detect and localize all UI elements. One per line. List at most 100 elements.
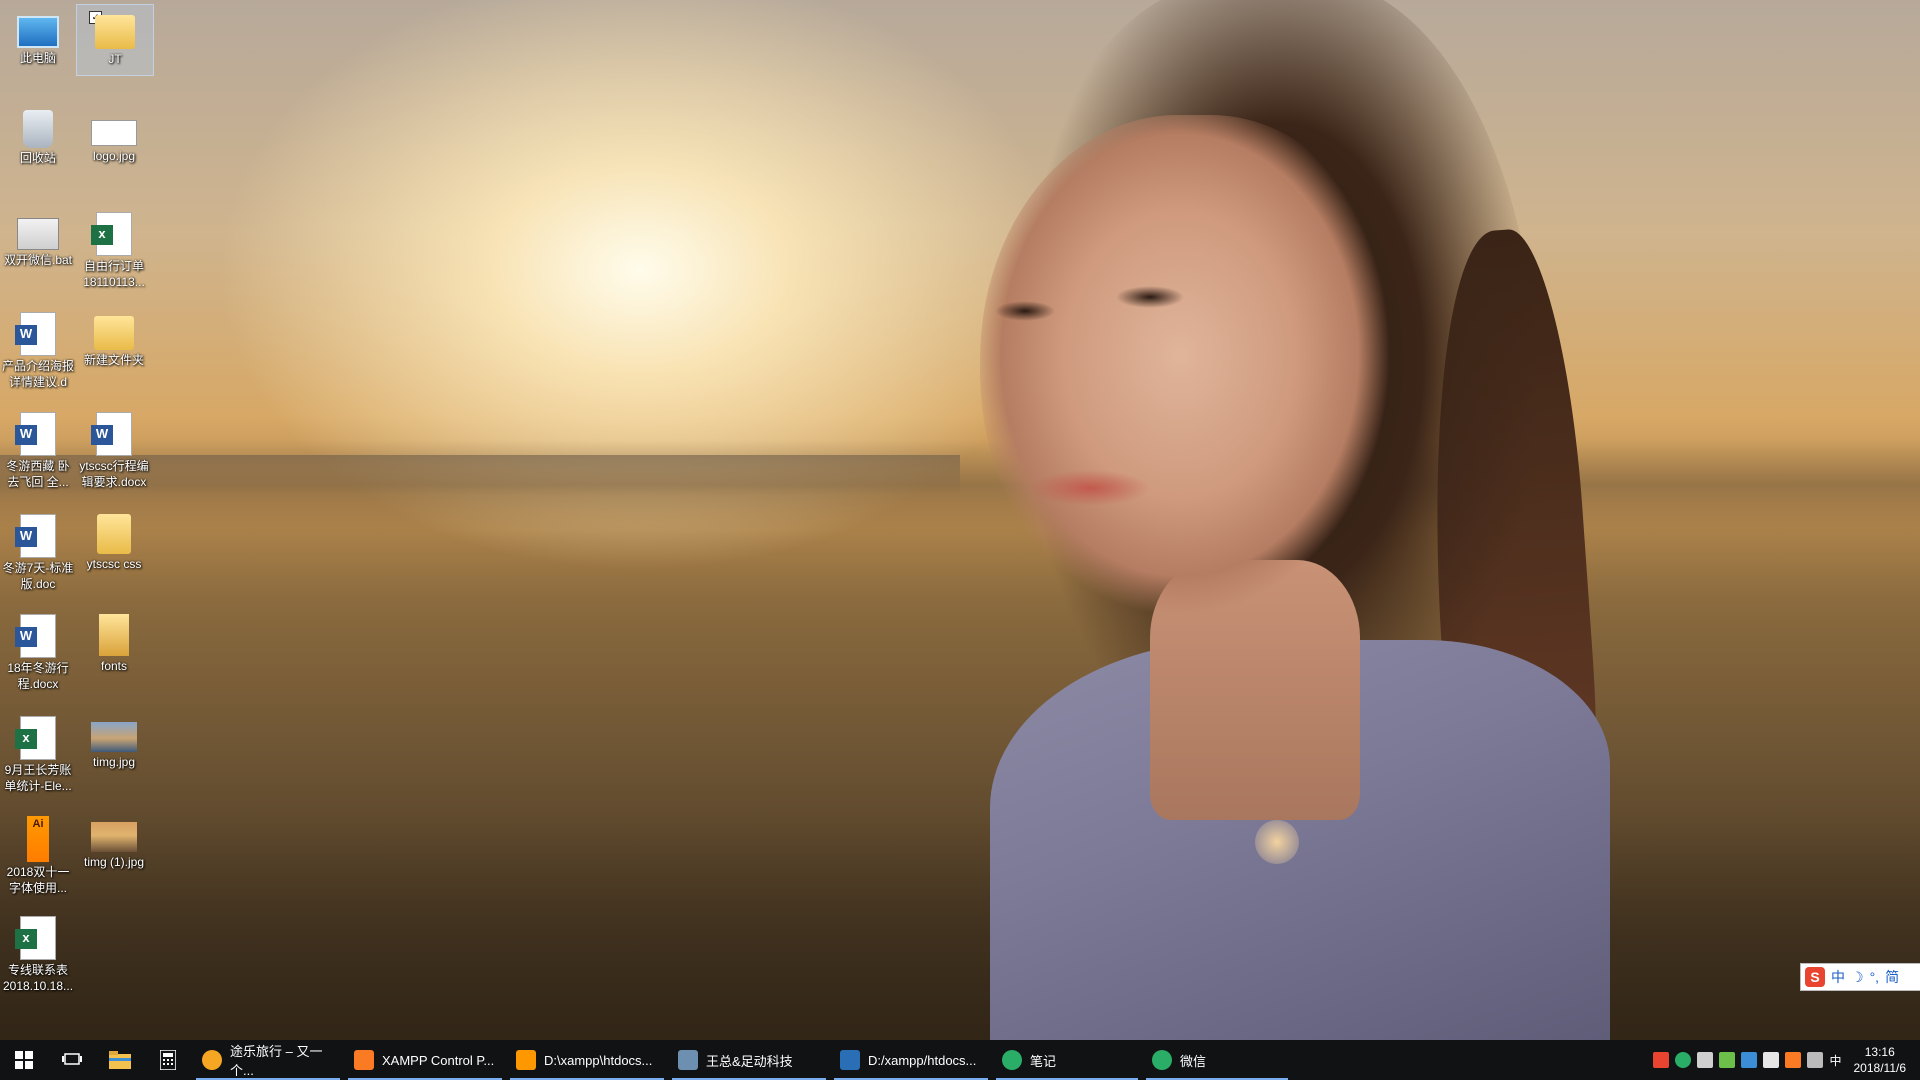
taskbar-app-sublime[interactable]: D:\xampp\htdocs... — [506, 1040, 668, 1080]
wechat-tray-icon[interactable] — [1675, 1052, 1692, 1068]
desktop-icon-word-tibet[interactable]: W 冬游西藏 卧 去飞回 全... — [0, 406, 76, 490]
desktop-icon-label: ytscsc css — [86, 557, 142, 571]
xampp-icon — [354, 1050, 374, 1070]
bluetooth-tray-icon[interactable] — [1741, 1052, 1758, 1068]
taskbar-app-xampp[interactable]: XAMPP Control P... — [344, 1040, 506, 1080]
chat-avatar-icon — [678, 1050, 698, 1070]
nvidia-tray-icon[interactable] — [1719, 1052, 1736, 1068]
calculator-icon[interactable] — [144, 1040, 192, 1080]
desktop-icon-label: 18年冬游行 程.docx — [7, 661, 69, 691]
editor-icon — [840, 1050, 860, 1070]
desktop-icon-bat[interactable]: 双开微信.bat — [0, 206, 76, 268]
task-view-icon[interactable] — [48, 1040, 96, 1080]
light-flare — [1255, 820, 1299, 864]
portrait-lips — [1030, 470, 1150, 510]
desktop-icon-logo-jpg[interactable]: logo.jpg — [76, 104, 152, 164]
ime-moon-icon[interactable]: ☽ — [1851, 969, 1864, 986]
computer-icon — [17, 16, 59, 48]
sogou-tray-icon[interactable] — [1653, 1052, 1670, 1068]
file-explorer-icon[interactable] — [96, 1040, 144, 1080]
desktop-wallpaper — [0, 0, 1920, 1040]
taskbar-app-label: D:/xampp/htdocs... — [868, 1052, 977, 1068]
taskbar-app-notes[interactable]: 笔记 — [992, 1040, 1142, 1080]
portrait-face — [980, 115, 1400, 635]
illustrator-file-icon: Ai — [27, 816, 49, 862]
ime-toolbar[interactable]: S 中 ☽ °, 简 — [1800, 963, 1920, 991]
desktop-icon-excel-bill[interactable]: x 9月王长芳账 单统计-Ele... — [0, 710, 76, 794]
desktop-icon-word-7day[interactable]: W 冬游7天-标准 版.doc — [0, 508, 76, 592]
desktop-icon-fonts[interactable]: fonts — [76, 608, 152, 674]
portrait-eye — [1110, 285, 1190, 309]
taskbar-app-chat[interactable]: 王总&足动科技 — [668, 1040, 830, 1080]
desktop-icon-word-18winter[interactable]: W 18年冬游行 程.docx — [0, 608, 76, 692]
desktop-icon-new-folder[interactable]: 新建文件夹 — [76, 306, 152, 368]
network-tray-icon[interactable] — [1763, 1052, 1780, 1068]
desktop-icon-excel-order[interactable]: x 自由行订单 18110113... — [76, 206, 152, 290]
desktop-icon-excel-contacts[interactable]: x 专线联系表 2018.10.18... — [0, 910, 76, 994]
security-tray-icon[interactable] — [1697, 1052, 1714, 1068]
desktop-icon-word-poster[interactable]: W 产品介绍海报 详情建议.d — [0, 306, 76, 390]
ime-simplified-toggle[interactable]: 简 — [1885, 967, 1899, 987]
word-file-icon: W — [15, 412, 56, 456]
portrait-eye — [990, 300, 1060, 322]
image-file-icon — [91, 120, 137, 146]
taskbar-app-browser[interactable]: 途乐旅行 – 又一个... — [192, 1040, 344, 1080]
windows-start-icon[interactable] — [0, 1040, 48, 1080]
taskbar-app-label: 王总&足动科技 — [706, 1053, 793, 1069]
taskbar-app-label: XAMPP Control P... — [382, 1052, 495, 1068]
excel-file-icon: x — [15, 716, 56, 760]
taskbar-app-label: D:\xampp\htdocs... — [544, 1052, 653, 1068]
clock-date: 2018/11/6 — [1853, 1061, 1907, 1075]
excel-file-icon: x — [15, 916, 56, 960]
desktop-icon-jt-folder[interactable]: ✓ JT — [76, 4, 154, 76]
desktop-icon-label: 回收站 — [19, 151, 56, 165]
desktop-icon-label: timg (1).jpg — [83, 855, 145, 869]
word-file-icon: W — [15, 614, 56, 658]
taskbar: 途乐旅行 – 又一个... XAMPP Control P... D:\xamp… — [0, 1040, 1920, 1080]
desktop-icon-timg1-jpg[interactable]: timg (1).jpg — [76, 810, 152, 870]
browser-icon — [202, 1050, 222, 1070]
desktop-icon-label: fonts — [100, 659, 127, 673]
desktop-icon-word-ytscsc[interactable]: W ytscsc行程编 辑要求.docx — [76, 406, 152, 490]
ime-punctuation-toggle[interactable]: °, — [1870, 969, 1880, 985]
desktop-icon-label: 2018双十一 字体使用... — [6, 865, 70, 895]
foreground-ground — [0, 820, 1920, 1040]
folder-icon — [95, 15, 135, 49]
desktop-icon-ytscsc-css[interactable]: ytscsc css — [76, 508, 152, 572]
pen-tray-icon[interactable] — [1807, 1052, 1824, 1068]
wechat-icon — [1152, 1050, 1172, 1070]
desktop-icon-ai-fonts[interactable]: Ai 2018双十一 字体使用... — [0, 810, 76, 896]
sogou-logo-icon[interactable]: S — [1805, 967, 1825, 987]
desktop-icon-label: 产品介绍海报 详情建议.d — [1, 359, 74, 389]
xampp-tray-icon[interactable] — [1785, 1052, 1802, 1068]
batch-file-icon — [17, 218, 59, 250]
ime-mode-toggle[interactable]: 中 — [1831, 967, 1845, 987]
desktop-icon-label: 新建文件夹 — [83, 353, 144, 367]
desktop-icon-this-pc[interactable]: 此电脑 — [0, 4, 76, 76]
image-file-icon — [91, 822, 137, 852]
system-tray: 中 13:16 2018/11/6 — [1653, 1040, 1920, 1080]
desktop-icon-timg-jpg[interactable]: timg.jpg — [76, 710, 152, 770]
desktop-icon-label: 冬游西藏 卧 去飞回 全... — [6, 459, 70, 489]
word-file-icon: W — [15, 312, 56, 356]
desktop-icon-label: ytscsc行程编 辑要求.docx — [79, 459, 149, 489]
wechat-icon — [1002, 1050, 1022, 1070]
clock[interactable]: 13:16 2018/11/6 — [1848, 1044, 1913, 1076]
ime-indicator[interactable]: 中 — [1829, 1052, 1841, 1069]
taskbar-app-editor[interactable]: D:/xampp/htdocs... — [830, 1040, 992, 1080]
desktop-icon-label: 双开微信.bat — [3, 253, 73, 267]
desktop-icon-label: 此电脑 — [19, 51, 56, 65]
taskbar-app-label: 微信 — [1180, 1053, 1207, 1069]
desktop-icon-recycle-bin[interactable]: 回收站 — [0, 104, 76, 166]
image-file-icon — [91, 722, 137, 752]
sublime-icon — [516, 1050, 536, 1070]
excel-file-icon: x — [91, 212, 132, 256]
folder-icon — [99, 614, 129, 656]
folder-icon — [94, 316, 134, 350]
folder-icon — [97, 514, 131, 554]
taskbar-app-wechat[interactable]: 微信 — [1142, 1040, 1292, 1080]
desktop-icon-label: 冬游7天-标准 版.doc — [2, 561, 74, 591]
taskbar-app-label: 笔记 — [1030, 1053, 1057, 1069]
taskbar-app-label: 途乐旅行 – 又一个... — [230, 1044, 323, 1078]
desktop-icon-label: timg.jpg — [92, 755, 136, 769]
